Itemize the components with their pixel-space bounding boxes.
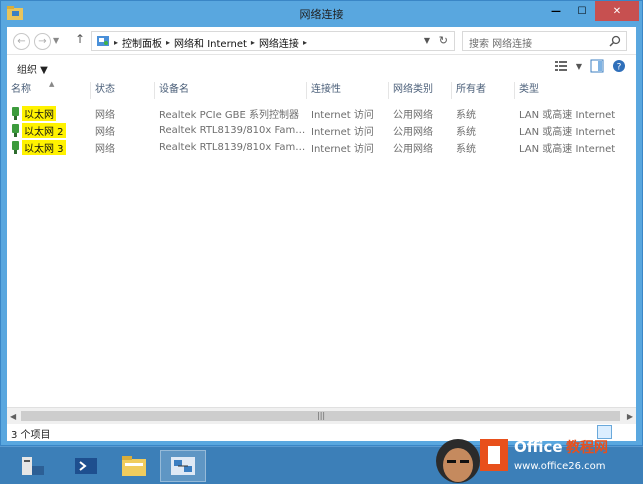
- type-cell: LAN 或高速 Internet: [519, 144, 616, 155]
- breadcrumb-separator[interactable]: ▸: [303, 38, 307, 47]
- item-count: 3 个项目: [11, 430, 51, 441]
- navigation-bar: ← → ▼ ↑ ▸ 控制面板 ▸ 网络和 Internet ▸ 网络连接 ▸ ▼…: [7, 27, 636, 55]
- column-header-connectivity[interactable]: 连接性: [307, 82, 389, 99]
- close-button[interactable]: ✕: [595, 1, 639, 21]
- address-bar[interactable]: ▸ 控制面板 ▸ 网络和 Internet ▸ 网络连接 ▸ ▼ ↻: [91, 31, 455, 51]
- column-header-owner[interactable]: 所有者: [452, 82, 515, 99]
- minimize-button[interactable]: —: [543, 1, 569, 21]
- view-controls: ▼ ?: [554, 59, 626, 73]
- title-bar[interactable]: 网络连接 — ☐ ✕: [1, 1, 642, 27]
- search-icon[interactable]: [609, 35, 621, 47]
- column-header-name[interactable]: ▲ 名称: [7, 80, 91, 99]
- folder-icon: [122, 456, 146, 476]
- scroll-left-button[interactable]: ◀: [10, 412, 16, 421]
- column-header-status[interactable]: 状态: [91, 82, 155, 99]
- svg-text:www.office26.com: www.office26.com: [514, 461, 606, 472]
- breadcrumb-network-connections[interactable]: 网络连接: [259, 35, 299, 50]
- type-cell: LAN 或高速 Internet: [519, 127, 616, 138]
- sort-ascending-icon: ▲: [49, 80, 55, 88]
- column-header-category[interactable]: 网络类别: [389, 82, 452, 99]
- view-options-dropdown[interactable]: ▼: [576, 62, 582, 71]
- device-cell: Realtek PCIe GBE 系列控制器: [159, 110, 299, 121]
- search-placeholder: 搜索 网络连接: [469, 39, 533, 50]
- network-connections-taskbar-button[interactable]: [160, 450, 206, 482]
- connection-name-cell: 以太网: [7, 106, 91, 121]
- powershell-icon: [75, 458, 97, 474]
- breadcrumb-network-internet[interactable]: 网络和 Internet: [174, 35, 247, 50]
- category-cell: 公用网络: [393, 127, 433, 138]
- preview-pane-icon[interactable]: [590, 59, 604, 73]
- address-history-dropdown[interactable]: ▼: [424, 36, 430, 45]
- connection-name: 以太网 3: [22, 140, 66, 155]
- help-icon[interactable]: ?: [612, 59, 626, 73]
- column-header-row: ▲ 名称 状态 设备名 连接性 网络类别 所有者 类型: [7, 80, 636, 99]
- horizontal-scrollbar[interactable]: ◀ ||| ▶: [7, 407, 636, 424]
- owner-cell: 系统: [456, 110, 476, 121]
- server-manager-icon: [22, 457, 44, 475]
- category-cell: 公用网络: [393, 144, 433, 155]
- command-bar: 组织 ▼ ▼ ?: [7, 55, 636, 79]
- connectivity-cell: Internet 访问: [311, 110, 374, 121]
- office-watermark-logo: Office 教程网 www.office26.com: [436, 438, 608, 483]
- refresh-button[interactable]: ↻: [439, 34, 448, 47]
- organize-menu-button[interactable]: 组织 ▼: [17, 61, 48, 76]
- breadcrumb-separator[interactable]: ▸: [166, 38, 170, 47]
- scroll-right-button[interactable]: ▶: [627, 412, 633, 421]
- status-cell: 网络: [95, 144, 115, 155]
- list-item[interactable]: 以太网 3 网络 Realtek RTL8139/810x Family... …: [7, 139, 636, 156]
- status-cell: 网络: [95, 127, 115, 138]
- server-manager-taskbar-button[interactable]: [10, 450, 56, 482]
- ethernet-icon: [12, 124, 19, 137]
- network-connections-window: 网络连接 — ☐ ✕ ← → ▼ ↑ ▸ 控制面板 ▸ 网络和 Internet…: [0, 0, 643, 446]
- connectivity-cell: Internet 访问: [311, 144, 374, 155]
- network-connections-icon: [171, 457, 195, 475]
- back-button[interactable]: ←: [13, 33, 30, 50]
- ethernet-icon: [12, 107, 19, 120]
- connection-name-cell: 以太网 2: [7, 123, 91, 138]
- change-view-icon[interactable]: [554, 59, 568, 73]
- owner-cell: 系统: [456, 127, 476, 138]
- column-header-device[interactable]: 设备名: [155, 82, 307, 99]
- file-explorer-taskbar-button[interactable]: [111, 450, 157, 482]
- up-button[interactable]: ↑: [75, 32, 85, 46]
- connection-name: 以太网: [22, 106, 56, 121]
- connection-list: 以太网 网络 Realtek PCIe GBE 系列控制器 Internet 访…: [7, 105, 636, 156]
- svg-text:?: ?: [617, 63, 622, 73]
- svg-text:教程网: 教程网: [566, 439, 608, 456]
- list-item[interactable]: 以太网 网络 Realtek PCIe GBE 系列控制器 Internet 访…: [7, 105, 636, 122]
- list-item[interactable]: 以太网 2 网络 Realtek RTL8139/810x Family... …: [7, 122, 636, 139]
- connectivity-cell: Internet 访问: [311, 127, 374, 138]
- control-panel-icon: [97, 36, 109, 46]
- breadcrumb-control-panel[interactable]: 控制面板: [122, 35, 162, 50]
- powershell-taskbar-button[interactable]: [63, 450, 109, 482]
- recent-locations-dropdown[interactable]: ▼: [53, 36, 59, 45]
- grip-icon: |||: [317, 411, 326, 420]
- svg-text:Office: Office: [514, 438, 563, 456]
- status-cell: 网络: [95, 110, 115, 121]
- breadcrumb-separator[interactable]: ▸: [251, 38, 255, 47]
- ethernet-icon: [12, 141, 19, 154]
- owner-cell: 系统: [456, 144, 476, 155]
- maximize-button[interactable]: ☐: [569, 1, 595, 21]
- connection-name: 以太网 2: [22, 123, 66, 138]
- scrollbar-thumb[interactable]: |||: [21, 411, 620, 421]
- type-cell: LAN 或高速 Internet: [519, 110, 616, 121]
- device-cell: Realtek RTL8139/810x Family...: [159, 142, 307, 153]
- column-header-type[interactable]: 类型: [515, 82, 636, 99]
- search-input[interactable]: 搜索 网络连接: [462, 31, 627, 51]
- breadcrumb-separator[interactable]: ▸: [114, 38, 118, 47]
- category-cell: 公用网络: [393, 110, 433, 121]
- caption-buttons: — ☐ ✕: [543, 1, 639, 21]
- breadcrumb: ▸ 控制面板 ▸ 网络和 Internet ▸ 网络连接 ▸: [114, 35, 307, 50]
- explorer-client: ← → ▼ ↑ ▸ 控制面板 ▸ 网络和 Internet ▸ 网络连接 ▸ ▼…: [7, 27, 636, 441]
- connection-name-cell: 以太网 3: [7, 140, 91, 155]
- device-cell: Realtek RTL8139/810x Family...: [159, 125, 307, 136]
- forward-button[interactable]: →: [34, 33, 51, 50]
